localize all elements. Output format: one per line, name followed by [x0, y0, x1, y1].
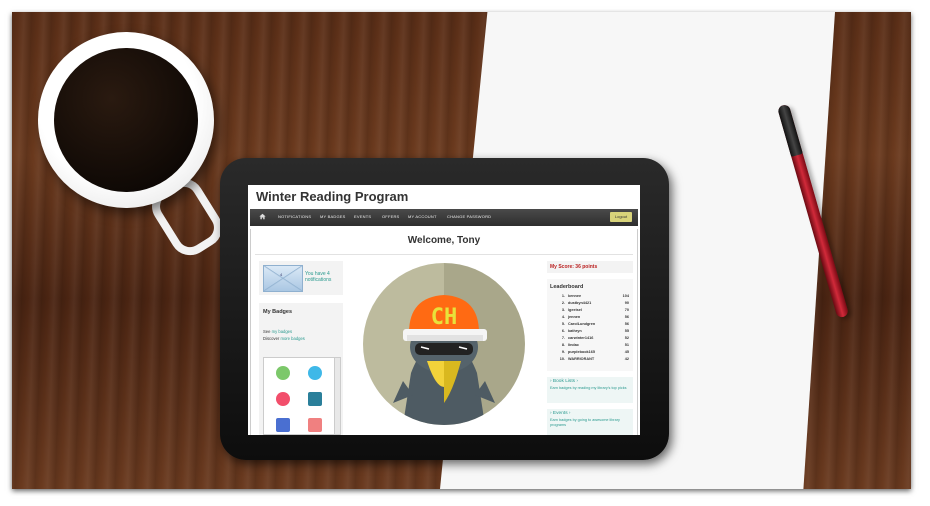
events-title[interactable]: › Events ›	[550, 411, 571, 416]
welcome-heading: Welcome, Tony	[407, 235, 481, 246]
discover-badges-line: Discover more badges	[263, 336, 305, 341]
my-badges-title: My Badges	[263, 309, 293, 315]
badge-trophy-icon[interactable]	[308, 392, 322, 406]
badge-blue-icon[interactable]	[308, 366, 322, 380]
mascot-illustration: CH	[363, 263, 525, 425]
nav-my-badges[interactable]: MY BADGES	[320, 214, 346, 219]
my-badges-widget: My Badges See my badges Discover more ba…	[259, 303, 343, 435]
see-my-badges-link[interactable]: my badges	[272, 329, 292, 334]
notifications-widget[interactable]: 4 You have 4 notifications	[259, 261, 343, 295]
badge-red-icon[interactable]	[308, 418, 322, 432]
badge-scrollbar[interactable]	[334, 358, 340, 434]
book-lists-title[interactable]: › Book Lists ›	[550, 379, 578, 384]
divider	[255, 254, 633, 255]
leaderboard-row: 1. kennee 104	[561, 294, 629, 298]
my-score: My Score: 36 points	[550, 264, 598, 270]
badge-gallery[interactable]	[263, 357, 341, 435]
book-lists-widget[interactable]: › Book Lists › Earn badges by reading my…	[547, 377, 633, 403]
badge-star-icon[interactable]	[276, 366, 290, 380]
coffee-cup	[38, 32, 214, 208]
events-widget[interactable]: › Events › Earn badges by going to aweso…	[547, 409, 633, 435]
badge-book-icon[interactable]	[276, 418, 290, 432]
envelope-flap	[264, 266, 302, 291]
leaderboard-row: 4. jennen 56	[561, 315, 629, 319]
events-desc: Earn badges by going to awesome library …	[550, 418, 620, 427]
book-lists-desc: Earn badges by reading my library's top …	[550, 386, 627, 390]
site-title: Winter Reading Program	[256, 189, 409, 204]
leaderboard-row: 6. kathryn 55	[561, 329, 629, 333]
nav-offers[interactable]: OFFERS	[382, 214, 399, 219]
score-widget: My Score: 36 points	[547, 261, 633, 273]
tablet-screen: Winter Reading Program NOTIFICATIONS MY …	[248, 185, 640, 435]
tablet-device: Winter Reading Program NOTIFICATIONS MY …	[220, 158, 669, 460]
home-icon[interactable]	[259, 213, 266, 220]
discover-more-badges-link[interactable]: more badges	[280, 336, 304, 341]
leaderboard-widget: Leaderboard 1. kennee 104 2. dustbyn4421 90 …	[547, 279, 633, 371]
leaderboard-row: 2. dustbyn4421 90	[561, 301, 629, 305]
nav-change-password[interactable]: CHANGE PASSWORD	[447, 214, 491, 219]
leaderboard-row: 3. lgeeisel 70	[561, 308, 629, 312]
badge-pink-icon[interactable]	[276, 392, 290, 406]
envelope-icon: 4	[263, 265, 303, 292]
bird-mascot-icon	[393, 295, 495, 425]
cap-text: CH	[430, 305, 458, 330]
right-sidebar: My Score: 36 points Leaderboard 1. kennee…	[547, 261, 633, 435]
nav-events[interactable]: EVENTS	[354, 214, 371, 219]
discover-prefix: Discover	[263, 336, 281, 341]
leaderboard-row: 5. CarolLundgren 56	[561, 322, 629, 326]
leaderboard-row: 10. WARRIORANT 42	[559, 357, 629, 361]
leaderboard-row: 7. carwinter1416 52	[561, 336, 629, 340]
leaderboard-row: 9. purplebook165 45	[561, 350, 629, 354]
leaderboard-row: 8. lindac 51	[561, 343, 629, 347]
page-content: Welcome, Tony 4 You have 4 notifications…	[250, 229, 638, 435]
logout-button[interactable]: Logout	[610, 212, 632, 222]
leaderboard-title: Leaderboard	[550, 284, 584, 290]
nav-notifications[interactable]: NOTIFICATIONS	[278, 214, 311, 219]
notification-message[interactable]: You have 4 notifications	[305, 271, 343, 283]
nav-my-account[interactable]: MY ACCOUNT	[408, 214, 437, 219]
coffee	[54, 48, 198, 192]
notification-count: 4	[280, 272, 283, 277]
main-navbar: NOTIFICATIONS MY BADGES EVENTS OFFERS MY…	[250, 209, 638, 226]
see-prefix: See	[263, 329, 272, 334]
see-badges-line: See my badges	[263, 329, 292, 334]
